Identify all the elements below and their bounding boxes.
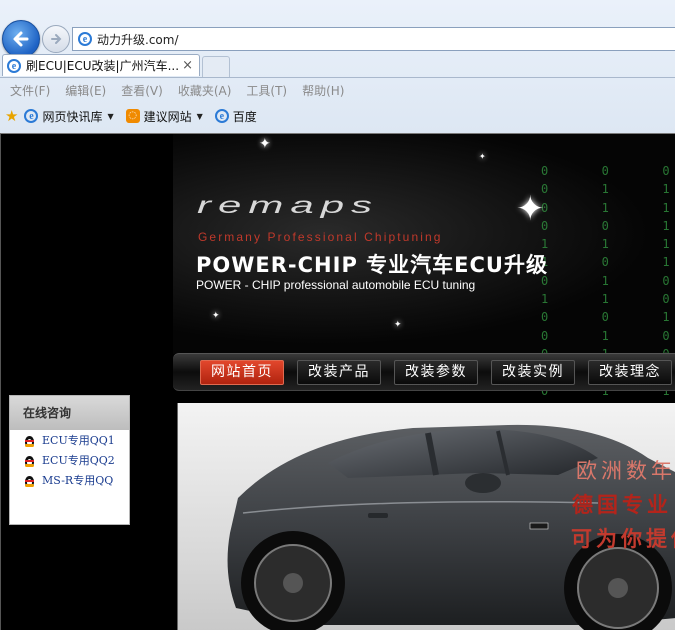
fav-label: 百度 [232, 109, 257, 124]
headline-chinese: POWER-CHIP 专业汽车ECU升级 [196, 253, 548, 277]
fav-label: 网页快讯库 [42, 109, 103, 124]
qq-penguin-icon [23, 434, 36, 447]
nav-philosophy[interactable]: 改装理念 [588, 360, 672, 385]
dropdown-arrow-icon[interactable]: ▼ [107, 112, 113, 121]
suggested-sites-icon: ◌ [125, 109, 140, 123]
nav-products[interactable]: 改装产品 [297, 360, 381, 385]
page-viewport[interactable]: 🐾 0 0 0 0 0 0 1 1 0 1 0 1 1 0 1 0 0 1 0 … [0, 133, 675, 630]
banner-slogan-line3: 可为你提供 [571, 526, 675, 551]
qq-label: ECU专用QQ1 [42, 434, 115, 447]
ie-icon: e [24, 109, 39, 123]
close-tab-icon[interactable]: × [182, 58, 193, 73]
ie-icon: e [78, 32, 92, 46]
remaps-logo[interactable]: remaps [197, 192, 379, 218]
sparkle-icon: ✦ [394, 320, 402, 330]
dropdown-arrow-icon[interactable]: ▼ [197, 112, 203, 121]
sparkle-icon: ✦ [212, 311, 220, 321]
binary-matrix: 0 0 0 0 0 0 1 1 0 1 0 1 1 0 1 0 0 1 0 0 … [541, 164, 670, 434]
favorites-bar: ★ e 网页快讯库 ▼ ◌ 建议网站 ▼ e 百度 [0, 104, 675, 128]
fav-label: 建议网站 [143, 109, 192, 124]
menu-view[interactable]: 查看(V) [121, 82, 163, 99]
url-text[interactable]: 动力升级.com/ [97, 31, 179, 48]
sparkle-icon: ✦ [516, 189, 545, 229]
nav-cases[interactable]: 改装实例 [491, 360, 575, 385]
main-nav: 网站首页 改装产品 改装参数 改装实例 改装理念 [173, 353, 675, 391]
qq-link-ecu2[interactable]: ECU专用QQ2 [10, 450, 129, 470]
browser-tab[interactable]: e 刷ECU|ECU改装|广州汽车... × [2, 54, 200, 76]
fav-suggested-sites[interactable]: ◌ 建议网站 ▼ [125, 108, 203, 125]
qq-penguin-icon [23, 474, 36, 487]
qq-label: ECU专用QQ2 [42, 454, 115, 467]
menu-help[interactable]: 帮助(H) [302, 82, 344, 99]
banner-slogan-line2: 德国专业 [572, 492, 672, 517]
menu-bar: 文件(F) 编辑(E) 查看(V) 收藏夹(A) 工具(T) 帮助(H) [0, 79, 675, 101]
qq-penguin-icon [23, 454, 36, 467]
qq-link-ecu1[interactable]: ECU专用QQ1 [10, 430, 129, 450]
car-banner[interactable]: 欧洲数年 德国专业 可为你提供 [177, 403, 675, 630]
back-arrow-icon [13, 31, 29, 47]
browser-chrome: e 动力升级.com/ e 刷ECU|ECU改装|广州汽车... × 文件(F)… [0, 0, 675, 133]
fav-web-slice-gallery[interactable]: e 网页快讯库 ▼ [24, 108, 114, 125]
ie-icon: e [7, 58, 21, 73]
headline-english: POWER - CHIP professional automobile ECU… [196, 278, 476, 292]
banner-slogan-line1: 欧洲数年 [576, 459, 675, 483]
consult-title: 在线咨询 [10, 396, 129, 430]
forward-button[interactable] [42, 25, 70, 53]
sparkle-icon: ✦ [259, 136, 271, 152]
new-tab-button[interactable] [202, 56, 230, 77]
address-bar[interactable]: e 动力升级.com/ [72, 27, 675, 51]
qq-label: MS-R专用QQ [42, 474, 114, 487]
menu-tools[interactable]: 工具(T) [246, 82, 287, 99]
tab-row: e 刷ECU|ECU改装|广州汽车... × [0, 52, 675, 78]
online-consult-panel: 在线咨询 ECU专用QQ1 ECU专用QQ2 MS-R专用QQ [9, 395, 130, 525]
menu-favorites[interactable]: 收藏夹(A) [178, 82, 232, 99]
nav-home[interactable]: 网站首页 [200, 360, 284, 385]
tab-title: 刷ECU|ECU改装|广州汽车... [26, 59, 180, 73]
nav-parameters[interactable]: 改装参数 [394, 360, 478, 385]
forward-arrow-icon [51, 34, 62, 44]
sparkle-icon: ✦ [479, 152, 486, 161]
menu-edit[interactable]: 编辑(E) [65, 82, 106, 99]
favorites-star-icon[interactable]: ★ [5, 107, 18, 125]
menu-file[interactable]: 文件(F) [10, 82, 50, 99]
logo-tagline: Germany Professional Chiptuning [198, 230, 443, 244]
qq-link-msr[interactable]: MS-R专用QQ [10, 470, 129, 490]
fav-baidu[interactable]: e 百度 [214, 108, 257, 125]
ie-icon: e [214, 109, 229, 123]
